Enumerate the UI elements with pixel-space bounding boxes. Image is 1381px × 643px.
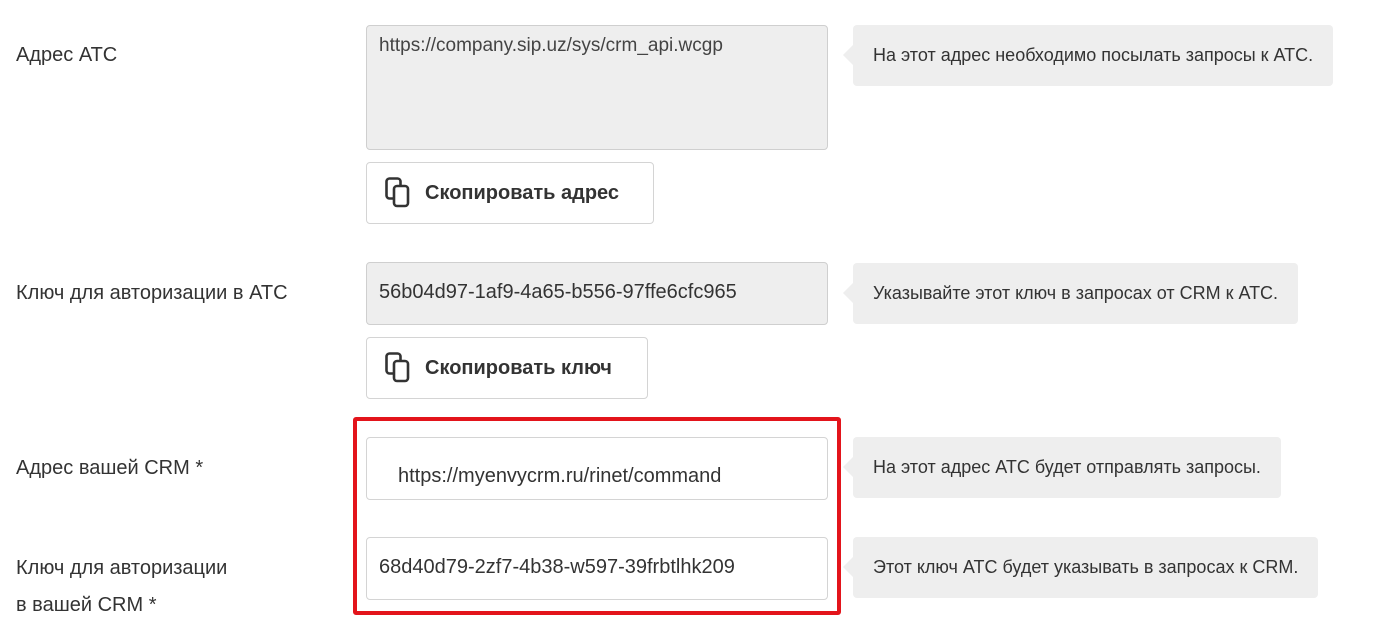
ats-key-value: 56b04d97-1af9-4a65-b556-97ffe6cfc965 (379, 281, 737, 303)
crm-address-hint: На этот адрес АТС будет отправлять запро… (843, 437, 1281, 498)
copy-icon (385, 352, 410, 383)
ats-address-field[interactable]: https://company.sip.uz/sys/crm_api.wcgp (366, 25, 828, 150)
crm-key-label-line2: в вашей CRM * (16, 594, 157, 616)
ats-address-hint: На этот адрес необходимо посылать запрос… (842, 25, 1334, 86)
crm-key-label-line1: Ключ для авторизации (16, 557, 228, 579)
copy-icon (385, 177, 410, 208)
ats-key-hint: Указывайте этот ключ в запросах от CRM к… (842, 263, 1299, 324)
copy-key-label: Скопировать ключ (425, 356, 612, 379)
crm-integration-settings: Адрес АТС https://company.sip.uz/sys/crm… (0, 0, 1381, 643)
copy-key-button[interactable]: Скопировать ключ (366, 337, 648, 399)
crm-key-value: 68d40d79-2zf7-4b38-w597-39frbtlhk209 (379, 556, 735, 578)
crm-address-input[interactable]: https://myenvycrm.ru/rinet/command (366, 437, 828, 500)
copy-address-label: Скопировать адрес (425, 181, 620, 204)
ats-key-label: Ключ для авторизации в АТС (16, 282, 288, 304)
ats-address-value: https://company.sip.uz/sys/crm_api.wcgp (379, 35, 723, 56)
crm-key-input[interactable]: 68d40d79-2zf7-4b38-w597-39frbtlhk209 (366, 537, 828, 600)
ats-address-label: Адрес АТС (16, 44, 118, 66)
crm-address-value: https://myenvycrm.ru/rinet/command (398, 465, 722, 487)
crm-address-label: Адрес вашей CRM * (16, 457, 204, 479)
copy-address-button[interactable]: Скопировать адрес (366, 162, 654, 224)
ats-key-field[interactable]: 56b04d97-1af9-4a65-b556-97ffe6cfc965 (366, 262, 828, 325)
crm-key-hint: Этот ключ АТС будет указывать в запросах… (842, 537, 1319, 598)
